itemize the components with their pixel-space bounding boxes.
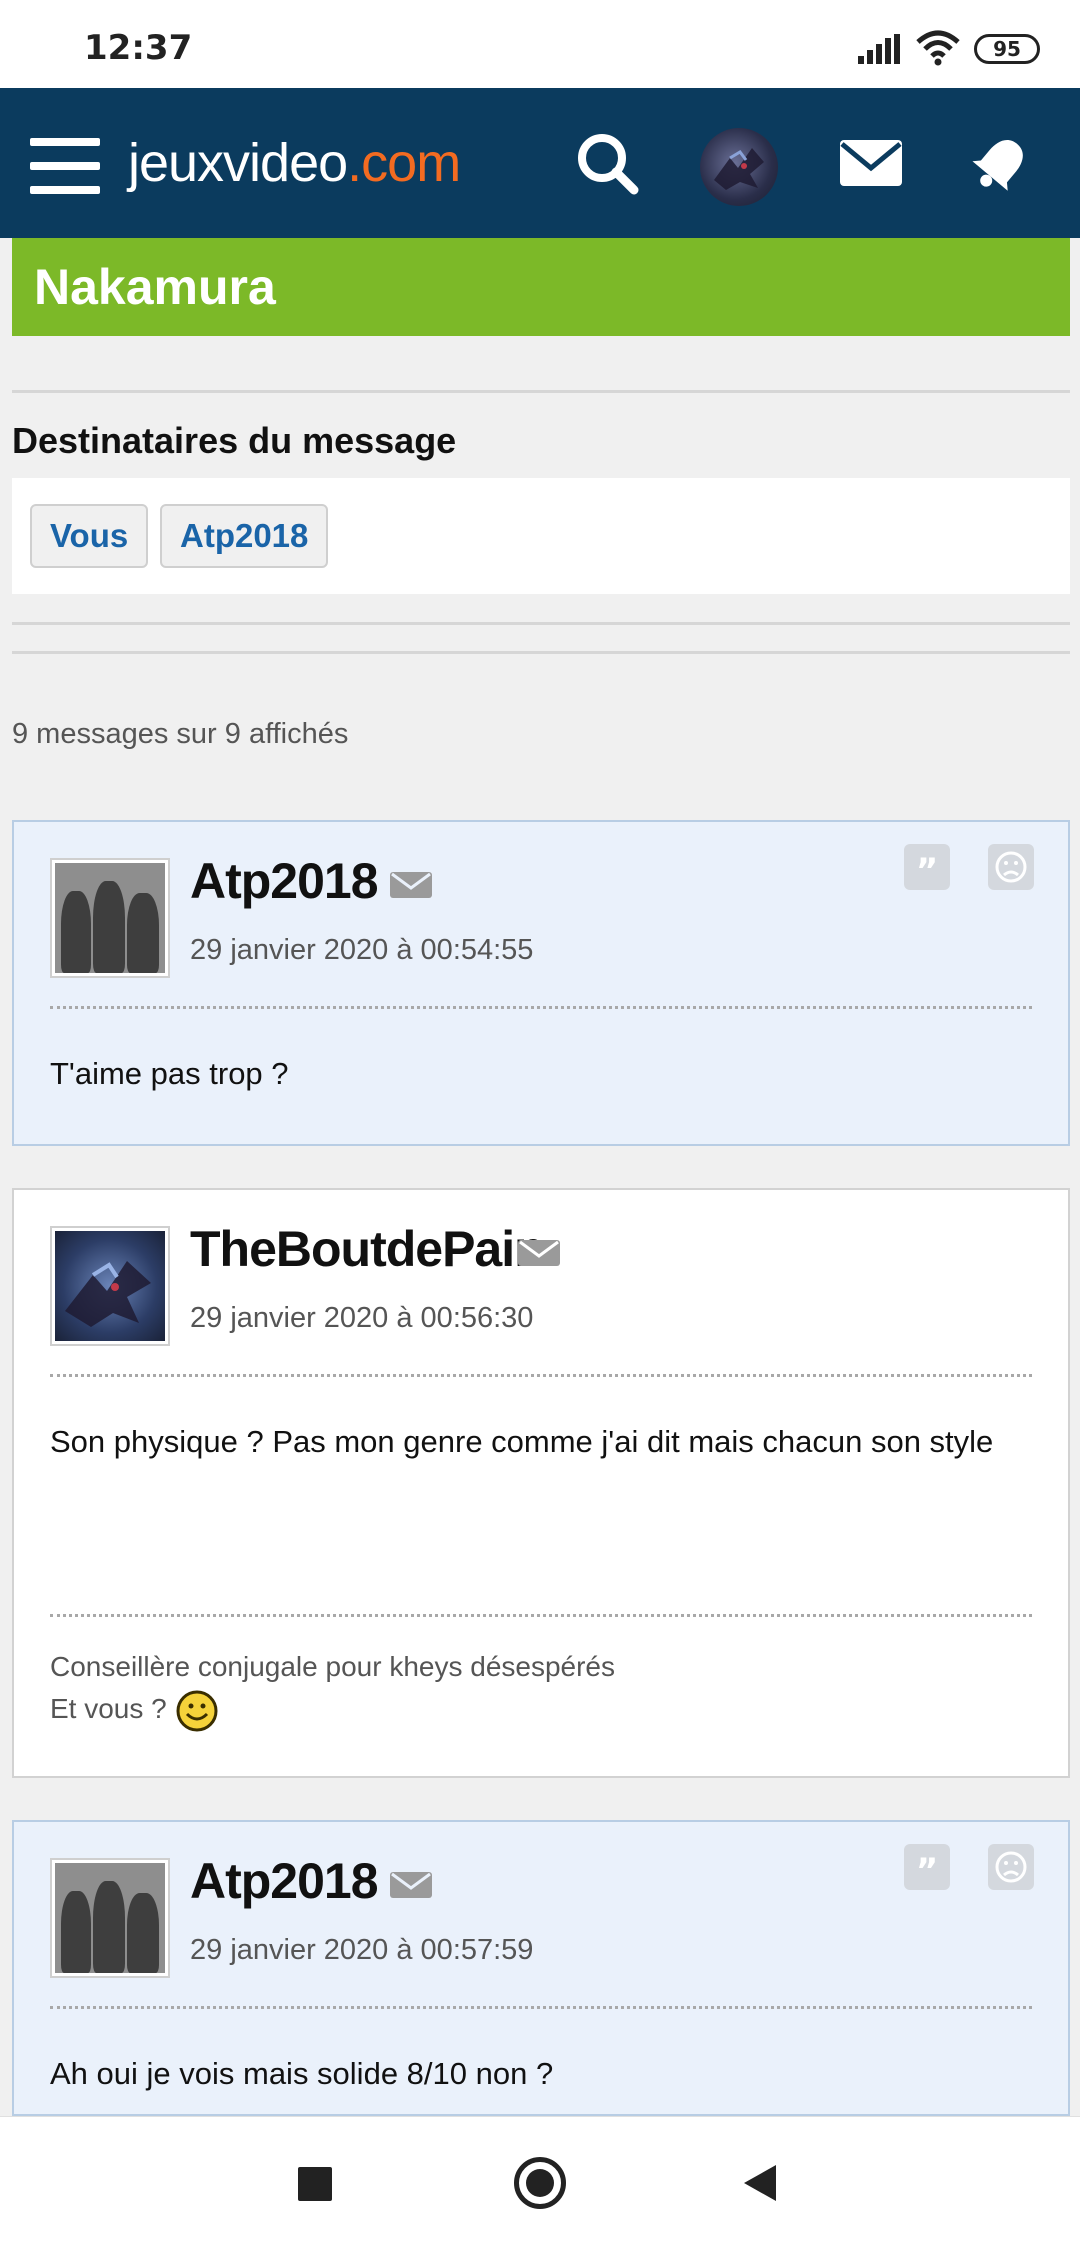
recipients-list: Vous Atp2018 (12, 478, 1070, 594)
message-body: Son physique ? Pas mon genre comme j'ai … (50, 1424, 994, 1459)
notification-bell-icon[interactable] (966, 128, 1036, 198)
mail-icon[interactable] (836, 128, 906, 198)
wifi-icon (916, 30, 960, 66)
smiley-icon (176, 1690, 218, 1732)
message-author[interactable]: TheBoutdePain (190, 1220, 545, 1278)
recipient-chip[interactable]: Vous (30, 504, 149, 568)
separator (50, 1006, 1032, 1009)
status-time: 12:37 (84, 28, 193, 68)
site-header: jeuxvideo.com (0, 88, 1080, 238)
topic-title: Nakamura (34, 259, 276, 315)
recents-button[interactable] (298, 2167, 332, 2201)
avatar-dragon-icon (714, 148, 764, 190)
back-button[interactable] (744, 2165, 776, 2201)
quote-icon[interactable]: ” (904, 1844, 950, 1891)
message-body: T'aime pas trop ? (50, 1056, 289, 1091)
message-date[interactable]: 29 janvier 2020 à 00:56:30 (190, 1302, 533, 1335)
logo-suffix: .com (347, 133, 461, 193)
home-button[interactable] (514, 2157, 566, 2209)
report-icon[interactable] (988, 844, 1034, 890)
divider (12, 651, 1070, 654)
user-avatar[interactable] (700, 128, 778, 206)
message-card: TheBoutdePain 29 janvier 2020 à 00:56:30… (12, 1188, 1070, 1778)
signature: Conseillère conjugale pour kheys désespé… (50, 1646, 1032, 1733)
separator (50, 1374, 1032, 1377)
send-mp-icon[interactable] (390, 870, 432, 900)
svg-text:”: ” (916, 851, 938, 890)
site-logo[interactable]: jeuxvideo.com (128, 132, 461, 194)
logo-main: jeuxvideo (128, 133, 348, 193)
send-mp-icon[interactable] (390, 1870, 432, 1900)
recipient-chip[interactable]: Atp2018 (160, 504, 329, 568)
send-mp-icon[interactable] (518, 1238, 560, 1268)
svg-text:”: ” (916, 1851, 938, 1890)
message-date[interactable]: 29 janvier 2020 à 00:54:55 (190, 934, 533, 967)
author-avatar[interactable] (50, 858, 170, 978)
topic-title-bar: Nakamura (12, 238, 1070, 336)
status-icons: 95 (840, 0, 1080, 88)
signature-separator (50, 1614, 1032, 1617)
battery-indicator: 95 (974, 34, 1040, 64)
signal-icon (858, 34, 900, 64)
divider (12, 622, 1070, 625)
signature-line-2: Et vous ? (50, 1688, 1032, 1733)
message-body: Ah oui je vois mais solide 8/10 non ? (50, 2056, 554, 2091)
divider (12, 390, 1070, 393)
author-avatar[interactable] (50, 1226, 170, 1346)
message-author[interactable]: Atp2018 (190, 1852, 379, 1910)
avatar-dragon-icon (65, 1261, 151, 1327)
quote-icon[interactable]: ” (904, 844, 950, 891)
author-avatar[interactable] (50, 1858, 170, 1978)
recipients-heading: Destinataires du message (12, 420, 457, 461)
system-nav-bar (0, 2116, 1080, 2248)
status-bar: 12:37 95 (0, 0, 1080, 88)
message-count: 9 messages sur 9 affichés (12, 718, 349, 750)
message-date[interactable]: 29 janvier 2020 à 00:57:59 (190, 1934, 533, 1967)
separator (50, 2006, 1032, 2009)
report-icon[interactable] (988, 1844, 1034, 1890)
signature-line: Conseillère conjugale pour kheys désespé… (50, 1651, 616, 1682)
search-icon[interactable] (572, 128, 642, 198)
menu-icon[interactable] (30, 138, 100, 194)
message-card: Atp2018 29 janvier 2020 à 00:54:55 ” T'a… (12, 820, 1070, 1146)
message-author[interactable]: Atp2018 (190, 852, 379, 910)
message-card: Atp2018 29 janvier 2020 à 00:57:59 ” Ah … (12, 1820, 1070, 2116)
